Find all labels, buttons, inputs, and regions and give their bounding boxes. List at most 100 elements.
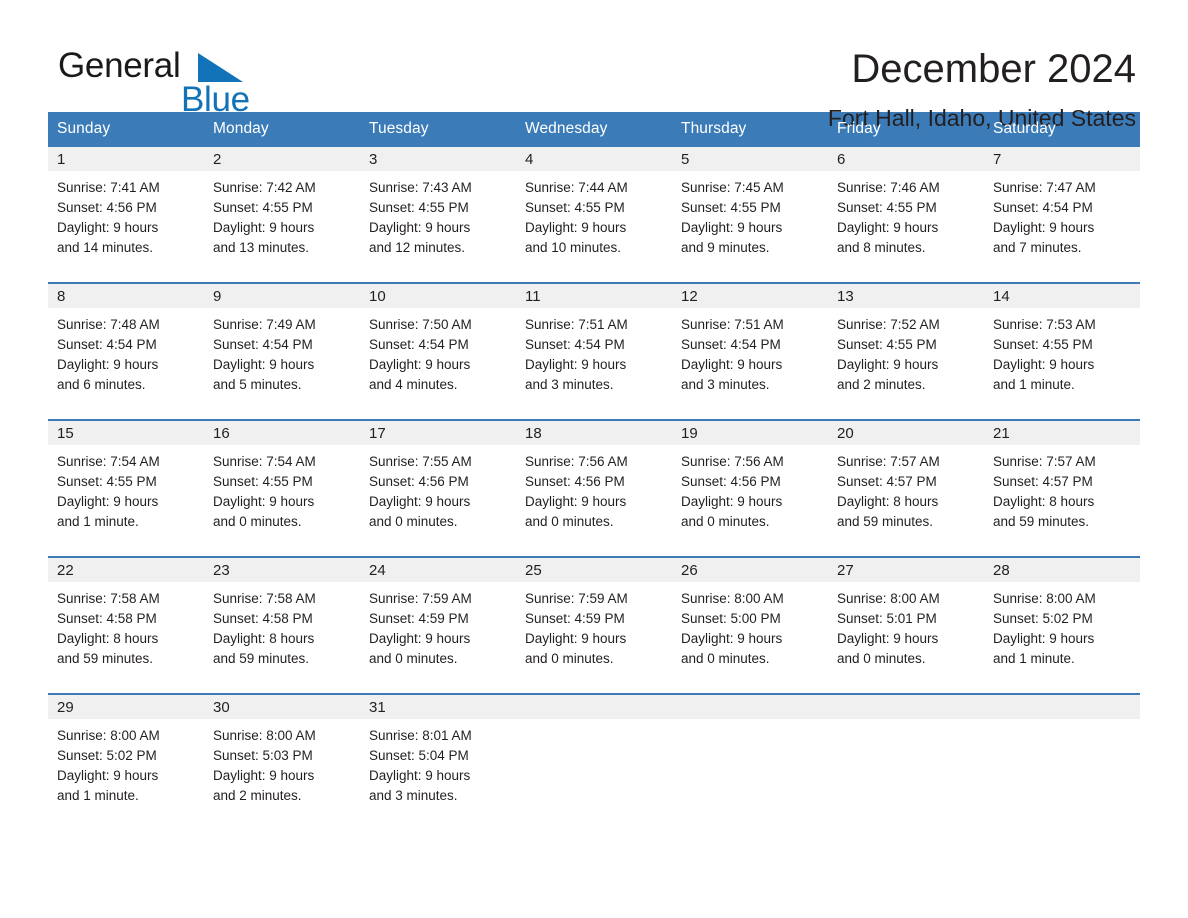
calendar-day-cell[interactable]: 20 Sunrise: 7:57 AM Sunset: 4:57 PM Dayligh… [828, 419, 984, 557]
calendar-day-cell[interactable]: 21 Sunrise: 7:57 AM Sunset: 4:57 PM Dayligh… [984, 419, 1140, 557]
calendar-day-cell[interactable]: 15 Sunrise: 7:54 AM Sunset: 4:55 PM Dayligh… [48, 419, 204, 557]
sunrise-time: Sunrise: 7:58 AM [213, 591, 316, 606]
day-cell-details: Sunrise: 7:53 AM Sunset: 4:55 PM Daylight:… [984, 308, 1140, 395]
sunrise-time: Sunrise: 7:44 AM [525, 180, 628, 195]
day-number: 10 [360, 284, 516, 308]
sunrise-time: Sunrise: 7:55 AM [369, 454, 472, 469]
day-number: 15 [48, 421, 204, 445]
day-cell-inner: 25 Sunrise: 7:59 AM Sunset: 4:59 PM Dayligh… [516, 558, 672, 693]
day-number: 28 [984, 558, 1140, 582]
page-header: General Blue December 2024 Fort Hall, Id… [48, 0, 1140, 131]
calendar-day-cell-empty [672, 693, 828, 830]
day-cell-inner: 18 Sunrise: 7:56 AM Sunset: 4:56 PM Dayligh… [516, 421, 672, 556]
daylight-duration-line2: and 0 minutes. [369, 514, 458, 530]
daylight-duration-line2: and 9 minutes. [681, 240, 770, 256]
day-number: 30 [204, 695, 360, 719]
daylight-duration-line2: and 8 minutes. [837, 240, 926, 256]
day-number: 24 [360, 558, 516, 582]
calendar-day-cell[interactable]: 6 Sunrise: 7:46 AM Sunset: 4:55 PM Daylight… [828, 147, 984, 283]
day-number: 18 [516, 421, 672, 445]
daylight-duration-line1: Daylight: 9 hours [525, 357, 627, 373]
calendar-day-cell[interactable]: 3 Sunrise: 7:43 AM Sunset: 4:55 PM Daylight… [360, 147, 516, 283]
sunset-time: Sunset: 4:55 PM [213, 474, 313, 490]
sunrise-time: Sunrise: 7:54 AM [57, 454, 160, 469]
day-cell-details: Sunrise: 7:54 AM Sunset: 4:55 PM Daylight:… [204, 445, 360, 532]
daylight-duration-line1: Daylight: 9 hours [525, 631, 627, 647]
calendar-day-cell[interactable]: 24 Sunrise: 7:59 AM Sunset: 4:59 PM Dayligh… [360, 556, 516, 694]
sunset-time: Sunset: 4:54 PM [369, 337, 469, 353]
sunrise-time: Sunrise: 7:49 AM [213, 317, 316, 332]
sunrise-time: Sunrise: 7:46 AM [837, 180, 940, 195]
day-cell-inner: 15 Sunrise: 7:54 AM Sunset: 4:55 PM Dayligh… [48, 421, 204, 556]
day-number [672, 695, 828, 719]
general-blue-logo[interactable]: General Blue [48, 46, 308, 122]
calendar-day-cell[interactable]: 10 Sunrise: 7:50 AM Sunset: 4:54 PM Dayligh… [360, 282, 516, 420]
calendar-day-cell[interactable]: 26 Sunrise: 8:00 AM Sunset: 5:00 PM Dayligh… [672, 556, 828, 694]
calendar-day-cell[interactable]: 22 Sunrise: 7:58 AM Sunset: 4:58 PM Dayligh… [48, 556, 204, 694]
calendar-day-cell[interactable]: 11 Sunrise: 7:51 AM Sunset: 4:54 PM Dayligh… [516, 282, 672, 420]
day-cell-details: Sunrise: 8:00 AM Sunset: 5:01 PM Daylight:… [828, 582, 984, 669]
sunrise-time: Sunrise: 8:00 AM [57, 728, 160, 743]
daylight-duration-line2: and 0 minutes. [681, 514, 770, 530]
calendar-day-cell[interactable]: 7 Sunrise: 7:47 AM Sunset: 4:54 PM Daylight… [984, 147, 1140, 283]
calendar-day-cell[interactable]: 2 Sunrise: 7:42 AM Sunset: 4:55 PM Daylight… [204, 147, 360, 283]
day-cell-inner [672, 695, 828, 830]
calendar-day-cell[interactable]: 19 Sunrise: 7:56 AM Sunset: 4:56 PM Dayligh… [672, 419, 828, 557]
day-cell-inner: 21 Sunrise: 7:57 AM Sunset: 4:57 PM Dayligh… [984, 421, 1140, 556]
calendar-day-cell[interactable]: 8 Sunrise: 7:48 AM Sunset: 4:54 PM Daylight… [48, 282, 204, 420]
sunrise-time: Sunrise: 7:43 AM [369, 180, 472, 195]
daylight-duration-line2: and 13 minutes. [213, 240, 310, 256]
day-cell-inner [984, 695, 1140, 830]
calendar-day-cell[interactable]: 1 Sunrise: 7:41 AM Sunset: 4:56 PM Daylight… [48, 147, 204, 283]
daylight-duration-line1: Daylight: 9 hours [993, 220, 1095, 236]
daylight-duration-line1: Daylight: 9 hours [525, 220, 627, 236]
calendar-body: 1 Sunrise: 7:41 AM Sunset: 4:56 PM Daylight… [48, 147, 1140, 830]
weekday-header-tuesday: Tuesday [360, 112, 516, 147]
sunrise-time: Sunrise: 7:51 AM [681, 317, 784, 332]
calendar-day-cell[interactable]: 28 Sunrise: 8:00 AM Sunset: 5:02 PM Dayligh… [984, 556, 1140, 694]
sunrise-time: Sunrise: 8:01 AM [369, 728, 472, 743]
calendar-day-cell[interactable]: 18 Sunrise: 7:56 AM Sunset: 4:56 PM Dayligh… [516, 419, 672, 557]
day-cell-details: Sunrise: 7:56 AM Sunset: 4:56 PM Daylight:… [672, 445, 828, 532]
day-cell-details: Sunrise: 7:51 AM Sunset: 4:54 PM Daylight:… [516, 308, 672, 395]
calendar-day-cell[interactable]: 14 Sunrise: 7:53 AM Sunset: 4:55 PM Dayligh… [984, 282, 1140, 420]
calendar-day-cell[interactable]: 27 Sunrise: 8:00 AM Sunset: 5:01 PM Dayligh… [828, 556, 984, 694]
daylight-duration-line1: Daylight: 9 hours [681, 494, 783, 510]
calendar-day-cell-empty [984, 693, 1140, 830]
day-cell-inner: 20 Sunrise: 7:57 AM Sunset: 4:57 PM Dayligh… [828, 421, 984, 556]
sunrise-time: Sunrise: 7:59 AM [525, 591, 628, 606]
sunset-time: Sunset: 4:54 PM [681, 337, 781, 353]
calendar-day-cell[interactable]: 17 Sunrise: 7:55 AM Sunset: 4:56 PM Dayligh… [360, 419, 516, 557]
daylight-duration-line2: and 59 minutes. [837, 514, 934, 530]
day-number: 27 [828, 558, 984, 582]
day-number: 12 [672, 284, 828, 308]
daylight-duration-line2: and 59 minutes. [993, 514, 1090, 530]
calendar-day-cell[interactable]: 30 Sunrise: 8:00 AM Sunset: 5:03 PM Dayligh… [204, 693, 360, 830]
day-number [828, 695, 984, 719]
calendar-day-cell[interactable]: 31 Sunrise: 8:01 AM Sunset: 5:04 PM Dayligh… [360, 693, 516, 830]
day-cell-inner: 17 Sunrise: 7:55 AM Sunset: 4:56 PM Dayligh… [360, 421, 516, 556]
daylight-duration-line2: and 10 minutes. [525, 240, 622, 256]
calendar-day-cell[interactable]: 9 Sunrise: 7:49 AM Sunset: 4:54 PM Daylight… [204, 282, 360, 420]
calendar-day-cell[interactable]: 4 Sunrise: 7:44 AM Sunset: 4:55 PM Daylight… [516, 147, 672, 283]
sunrise-time: Sunrise: 8:00 AM [681, 591, 784, 606]
calendar-day-cell[interactable]: 5 Sunrise: 7:45 AM Sunset: 4:55 PM Daylight… [672, 147, 828, 283]
daylight-duration-line2: and 14 minutes. [57, 240, 154, 256]
day-number: 23 [204, 558, 360, 582]
daylight-duration-line1: Daylight: 9 hours [57, 220, 159, 236]
day-cell-inner: 12 Sunrise: 7:51 AM Sunset: 4:54 PM Dayligh… [672, 284, 828, 419]
calendar-week-row: 15 Sunrise: 7:54 AM Sunset: 4:55 PM Dayligh… [48, 419, 1140, 557]
sunset-time: Sunset: 5:04 PM [369, 748, 469, 764]
day-cell-inner: 22 Sunrise: 7:58 AM Sunset: 4:58 PM Dayligh… [48, 558, 204, 693]
daylight-duration-line1: Daylight: 9 hours [213, 494, 315, 510]
calendar-day-cell[interactable]: 25 Sunrise: 7:59 AM Sunset: 4:59 PM Dayligh… [516, 556, 672, 694]
calendar-day-cell[interactable]: 12 Sunrise: 7:51 AM Sunset: 4:54 PM Dayligh… [672, 282, 828, 420]
day-number: 5 [672, 147, 828, 171]
calendar-day-cell[interactable]: 23 Sunrise: 7:58 AM Sunset: 4:58 PM Dayligh… [204, 556, 360, 694]
sunrise-time: Sunrise: 7:53 AM [993, 317, 1096, 332]
sunrise-time: Sunrise: 7:54 AM [213, 454, 316, 469]
calendar-day-cell[interactable]: 16 Sunrise: 7:54 AM Sunset: 4:55 PM Dayligh… [204, 419, 360, 557]
calendar-day-cell[interactable]: 13 Sunrise: 7:52 AM Sunset: 4:55 PM Dayligh… [828, 282, 984, 420]
calendar-day-cell[interactable]: 29 Sunrise: 8:00 AM Sunset: 5:02 PM Dayligh… [48, 693, 204, 830]
day-number [984, 695, 1140, 719]
